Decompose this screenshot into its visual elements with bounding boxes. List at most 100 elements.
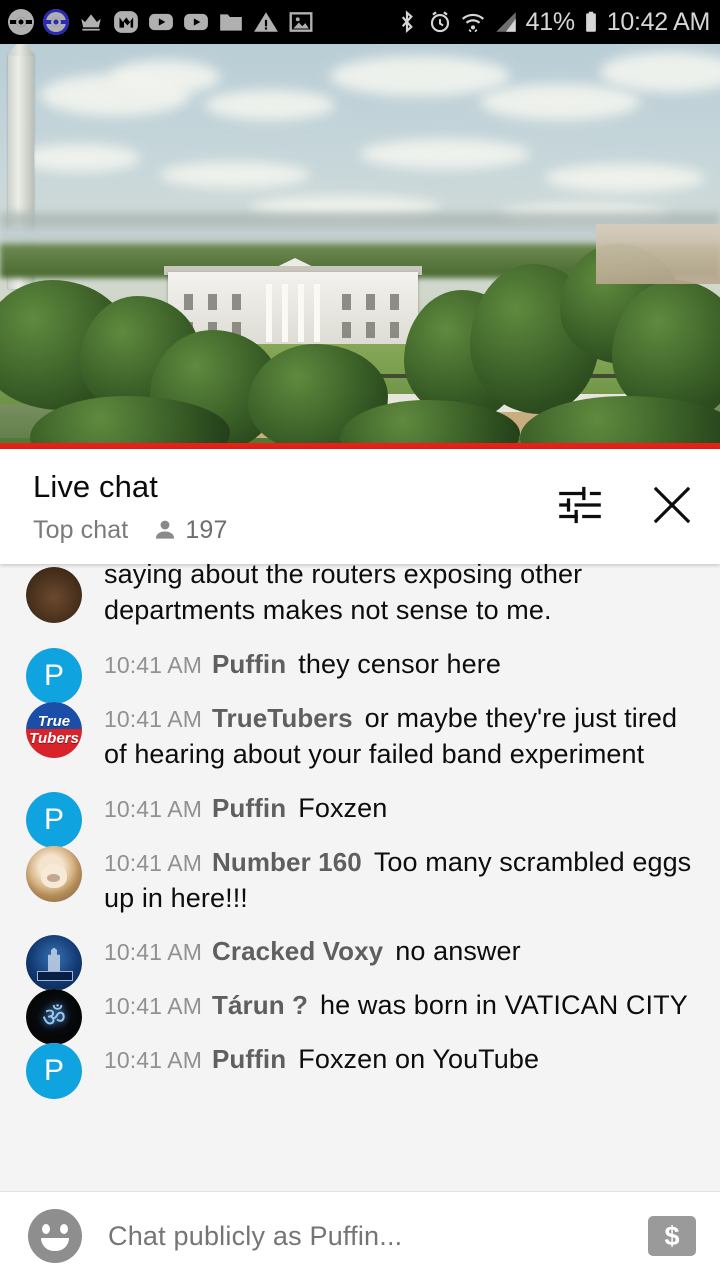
crown-icon bbox=[78, 9, 104, 35]
message-text: saying about the routers exposing other … bbox=[104, 559, 583, 625]
message-line: 10:41 AM Number 160 Too many scrambled e… bbox=[104, 845, 696, 917]
message-line: 10:41 AM Puffin they censor here bbox=[104, 647, 696, 683]
message-line: 10:41 AM Puffin Foxzen bbox=[104, 791, 696, 827]
chat-message[interactable]: P 10:41 AM Puffin Foxzen on YouTube bbox=[0, 1033, 720, 1100]
message-author[interactable]: Puffin bbox=[212, 793, 286, 823]
bluetooth-icon bbox=[394, 9, 420, 35]
message-text: they censor here bbox=[298, 648, 501, 679]
chat-message[interactable]: 10:41 AM Number 160 Too many scrambled e… bbox=[0, 836, 720, 926]
image-icon bbox=[288, 9, 314, 35]
message-line: 10:41 AM Puffin Foxzen on YouTube bbox=[104, 1042, 696, 1078]
message-timestamp: 10:41 AM bbox=[104, 705, 202, 732]
status-bar: 41% 10:42 AM bbox=[0, 0, 720, 44]
message-timestamp: 10:41 AM bbox=[104, 795, 202, 822]
message-author[interactable]: TrueTubers bbox=[212, 703, 353, 733]
avatar-text-top: True bbox=[37, 712, 71, 730]
chat-message[interactable]: ॐ 10:41 AM Tárun ? he was born in VATICA… bbox=[0, 979, 720, 1046]
chat-input[interactable] bbox=[108, 1220, 648, 1252]
cloud bbox=[110, 60, 220, 94]
emoji-smiley-icon[interactable] bbox=[28, 1209, 82, 1263]
close-icon[interactable] bbox=[646, 479, 698, 531]
window bbox=[390, 322, 399, 338]
message-timestamp: 10:41 AM bbox=[104, 849, 202, 876]
live-chat-header: Live chat Top chat 197 bbox=[0, 449, 720, 564]
message-text: he was born in VATICAN CITY bbox=[320, 990, 688, 1021]
chat-settings-icon[interactable] bbox=[554, 479, 606, 531]
message-text: Foxzen bbox=[298, 792, 388, 823]
battery-percentage: 41% bbox=[525, 7, 575, 36]
message-line: saying about the routers exposing other … bbox=[104, 557, 696, 629]
wifi-icon bbox=[460, 9, 486, 35]
message-timestamp: 10:41 AM bbox=[104, 939, 202, 966]
om-symbol-icon: ॐ bbox=[42, 1002, 66, 1033]
cloud bbox=[205, 90, 335, 120]
message-author[interactable]: Puffin bbox=[212, 1044, 286, 1074]
cloud bbox=[360, 139, 530, 169]
message-author[interactable]: Tárun ? bbox=[212, 990, 308, 1020]
right-building bbox=[596, 224, 720, 284]
window bbox=[366, 294, 375, 310]
window bbox=[342, 294, 351, 310]
cloud bbox=[160, 162, 310, 188]
youtube-icon bbox=[183, 9, 209, 35]
message-timestamp: 10:41 AM bbox=[104, 1047, 202, 1074]
avatar-image: True Tubers bbox=[26, 701, 82, 758]
message-author[interactable]: Cracked Voxy bbox=[212, 936, 383, 966]
chat-message[interactable]: 10:41 AM Cracked Voxy no answer bbox=[0, 925, 720, 992]
clock-time: 10:42 AM bbox=[606, 7, 711, 36]
video-player[interactable] bbox=[0, 44, 720, 449]
window bbox=[184, 294, 193, 310]
mega-app-icon bbox=[113, 9, 139, 35]
chat-message[interactable]: P 10:41 AM Puffin Foxzen bbox=[0, 782, 720, 848]
window bbox=[366, 322, 375, 338]
viewer-count: 197 bbox=[185, 515, 228, 544]
battery-icon bbox=[582, 9, 600, 35]
window bbox=[342, 322, 351, 338]
message-author[interactable]: Puffin bbox=[212, 649, 286, 679]
portico-column bbox=[282, 284, 288, 342]
person-icon bbox=[156, 520, 175, 539]
portico-column bbox=[314, 284, 320, 342]
status-bar-notification-icons bbox=[8, 9, 314, 35]
message-author[interactable]: Number 160 bbox=[212, 847, 362, 877]
warning-triangle-icon bbox=[253, 9, 279, 35]
alarm-clock-icon bbox=[427, 9, 453, 35]
avatar-text-bottom: Tubers bbox=[29, 729, 79, 747]
avatar-truetubers[interactable]: True Tubers bbox=[26, 701, 82, 758]
avatar-initial: P bbox=[26, 1043, 82, 1100]
chat-message[interactable]: P 10:41 AM Puffin they censor here bbox=[0, 638, 720, 704]
cloud bbox=[20, 144, 140, 172]
portico-column bbox=[266, 284, 272, 342]
super-chat-dollar-icon[interactable]: $ bbox=[648, 1216, 696, 1256]
youtube-icon bbox=[148, 9, 174, 35]
cloud bbox=[480, 84, 640, 120]
chat-message[interactable]: True Tubers 10:41 AM TrueTubers or maybe… bbox=[0, 692, 720, 782]
cellular-signal-icon bbox=[493, 9, 519, 35]
dollar-glyph: $ bbox=[664, 1220, 680, 1251]
avatar-puffin[interactable]: P bbox=[26, 1043, 82, 1100]
message-line: 10:41 AM Tárun ? he was born in VATICAN … bbox=[104, 988, 696, 1024]
avatar-image bbox=[26, 845, 82, 902]
message-timestamp: 10:41 AM bbox=[104, 993, 202, 1020]
message-text: Foxzen on YouTube bbox=[298, 1044, 540, 1075]
pokeball-blue-icon bbox=[43, 9, 69, 35]
message-line: 10:41 AM TrueTubers or maybe they're jus… bbox=[104, 701, 696, 773]
avatar-image bbox=[26, 567, 82, 623]
pokeball-grey-icon bbox=[8, 9, 34, 35]
status-bar-system-icons: 41% 10:42 AM bbox=[394, 9, 710, 35]
avatar-unknown[interactable] bbox=[26, 567, 82, 623]
chat-mode-label[interactable]: Top chat bbox=[33, 516, 128, 545]
portico-column bbox=[298, 284, 304, 342]
message-text: no answer bbox=[395, 936, 521, 967]
message-line: 10:41 AM Cracked Voxy no answer bbox=[104, 934, 696, 970]
avatar-number-160[interactable] bbox=[26, 845, 82, 902]
chat-input-bar: $ bbox=[0, 1191, 720, 1280]
chat-message[interactable]: saying about the routers exposing other … bbox=[0, 557, 720, 638]
window bbox=[390, 294, 399, 310]
viewer-count-group: 197 bbox=[152, 516, 227, 545]
cloud bbox=[330, 56, 510, 96]
youtube-live-chat-screen: 41% 10:42 AM saying about the routers ex… bbox=[0, 0, 720, 1280]
message-timestamp: 10:41 AM bbox=[104, 651, 202, 678]
cloud bbox=[545, 164, 705, 192]
window bbox=[232, 294, 241, 310]
